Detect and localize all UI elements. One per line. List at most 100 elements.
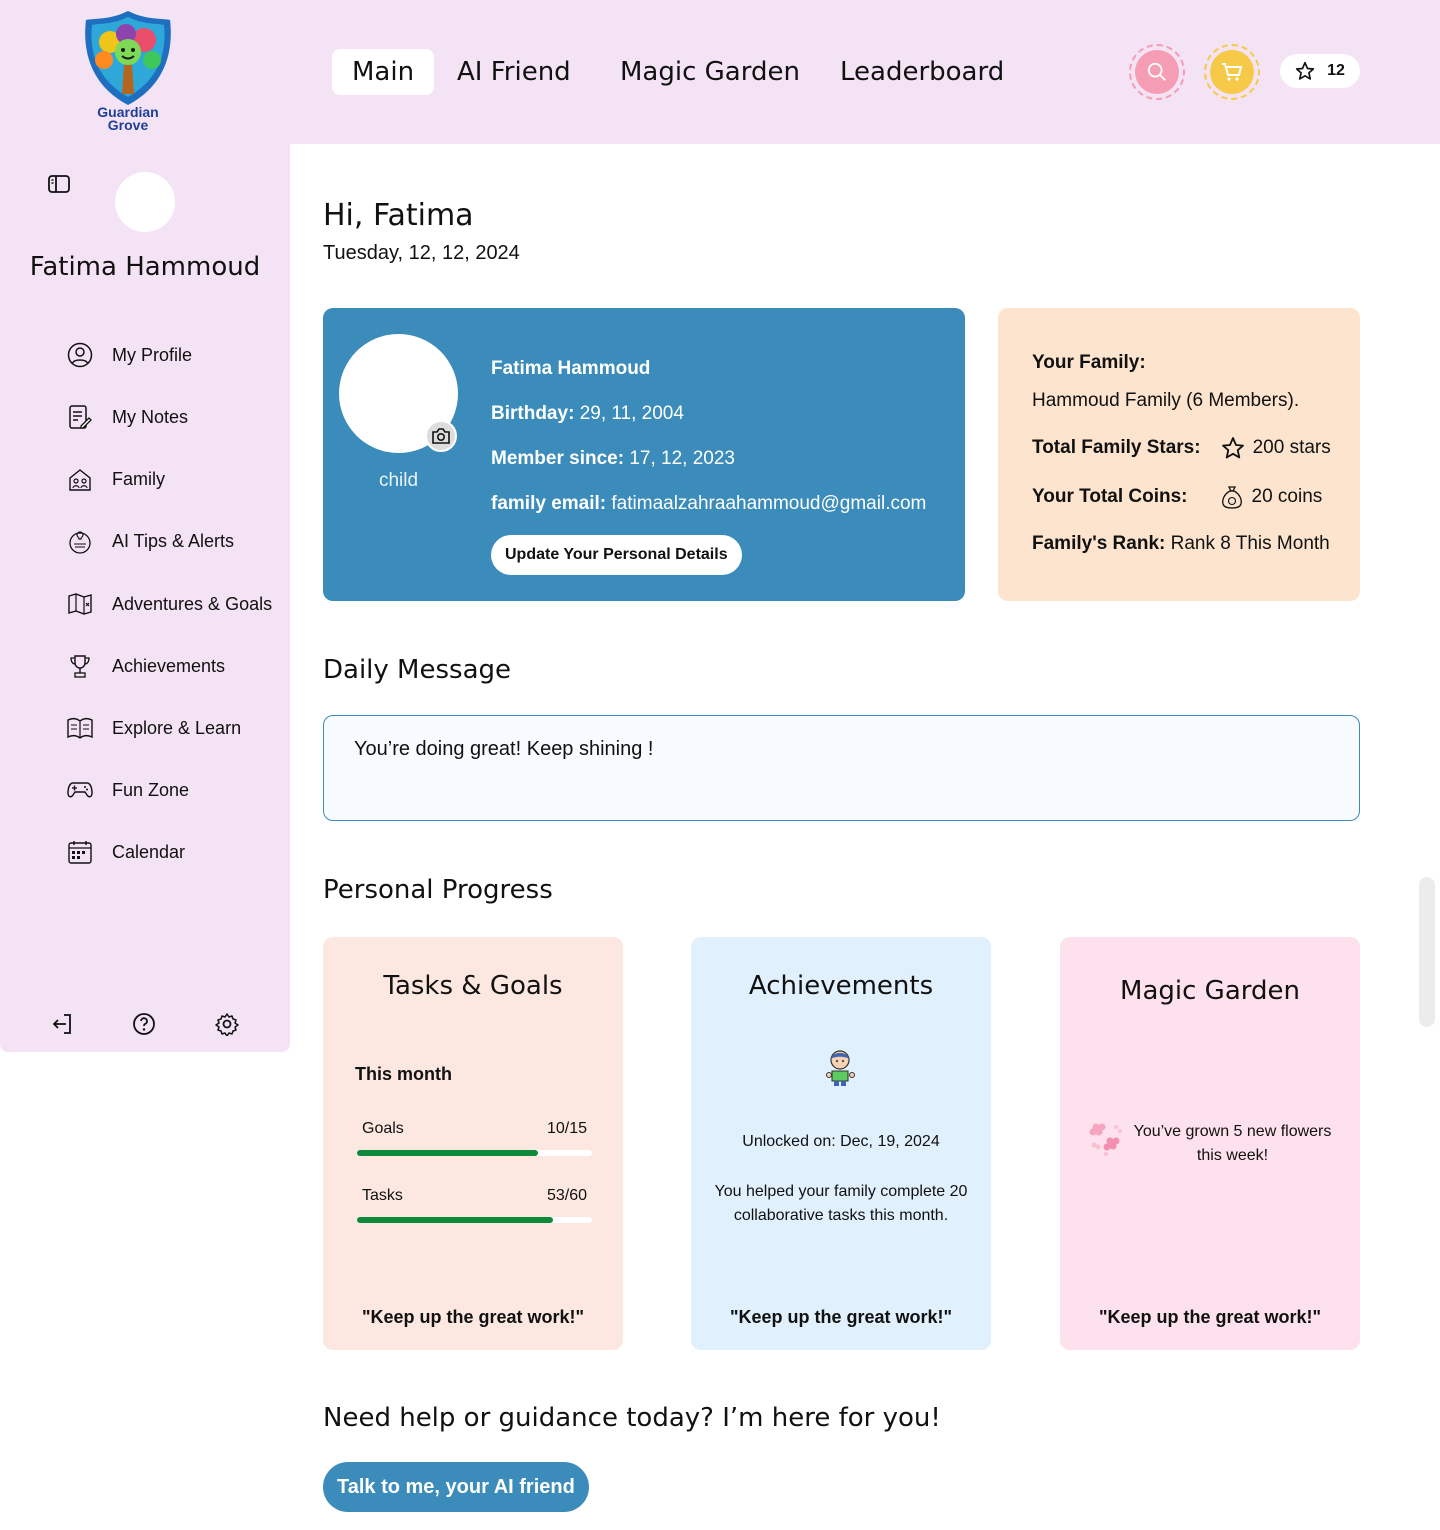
sidebar-item-label: AI Tips & Alerts: [112, 530, 235, 551]
goals-label: Goals: [362, 1120, 404, 1137]
family-stars-label: Total Family Stars:: [1032, 437, 1201, 458]
family-icon: [69, 469, 91, 491]
sidebar-item-fun-zone[interactable]: Fun Zone: [66, 775, 189, 805]
page-scrollbar[interactable]: [1419, 877, 1435, 1027]
daily-message-text: You’re doing great! Keep shining !: [354, 738, 654, 760]
settings-button[interactable]: [215, 1012, 241, 1038]
tasks-progress-track: [357, 1217, 592, 1223]
family-stars: Total Family Stars: 200 stars: [1032, 436, 1331, 460]
trophy-icon: [70, 655, 90, 678]
family-coins-label: Your Total Coins:: [1032, 486, 1188, 507]
family-rank-value: Rank 8 This Month: [1170, 533, 1330, 554]
logo-line-2: Grove: [107, 117, 149, 133]
profile-member-since: Member since: 17, 12, 2023: [491, 448, 735, 470]
camera-icon: [432, 428, 450, 444]
help-icon: [133, 1013, 155, 1035]
profile-role: child: [378, 470, 419, 491]
goals-value: 10/15: [546, 1120, 587, 1137]
birthday-label: Birthday:: [491, 403, 575, 424]
daily-message-box: You’re doing great! Keep shining !: [323, 715, 1360, 821]
tab-leaderboard[interactable]: Leaderboard: [820, 49, 1024, 95]
member-since-label: Member since:: [491, 448, 625, 469]
profile-card: child Fatima Hammoud Birthday: 29, 11, 2…: [323, 308, 965, 601]
sidebar-item-explore-learn[interactable]: Explore & Learn: [66, 713, 241, 743]
sidebar-item-label: Family: [112, 468, 165, 489]
sidebar-avatar[interactable]: [115, 172, 175, 232]
goals-progress-fill: [357, 1150, 539, 1156]
family-coins: Your Total Coins: 20 coins: [1032, 484, 1322, 510]
gamepad-icon: [67, 782, 93, 798]
sidebar-item-label: My Notes: [112, 406, 189, 427]
sidebar-item-label: Adventures & Goals: [112, 593, 273, 614]
flowers-icon: [1089, 1123, 1122, 1156]
map-icon: [68, 593, 92, 615]
sidebar-toggle-icon: [48, 175, 70, 193]
logout-button[interactable]: [50, 1012, 76, 1038]
family-card: Your Family: Hammoud Family (6 Members).…: [998, 308, 1360, 601]
sidebar-item-my-notes[interactable]: My Notes: [66, 402, 188, 432]
family-stars-value: 200 stars: [1252, 437, 1331, 458]
tab-ai-friend[interactable]: AI Friend: [437, 49, 591, 95]
garden-card-title: Magic Garden: [1120, 976, 1300, 1006]
sidebar-item-calendar[interactable]: Calendar: [66, 837, 185, 867]
sidebar-item-label: Fun Zone: [112, 779, 190, 800]
notes-icon: [69, 405, 92, 429]
tasks-value: 53/60: [546, 1187, 587, 1204]
daily-message-title: Daily Message: [323, 655, 512, 685]
email-value: fatimaalzahraahammoud@gmail.com: [611, 493, 927, 514]
gear-icon: [215, 1013, 239, 1037]
help-title: Need help or guidance today? I’m here fo…: [323, 1403, 941, 1433]
family-name: Hammoud Family (6 Members).: [1032, 390, 1300, 411]
sidebar: Fatima Hammoud My Profile My Notes Famil…: [0, 144, 290, 1052]
app-logo[interactable]: Guardian Grove: [78, 8, 178, 138]
magic-garden-card[interactable]: Magic Garden You’ve grown 5 new flowers …: [1060, 937, 1360, 1350]
achievements-card-quote: "Keep up the great work!": [729, 1307, 953, 1327]
family-rank: Family's Rank: Rank 8 This Month: [1032, 533, 1330, 555]
tasks-goals-card[interactable]: Tasks & Goals This month Goals 10/15 Task…: [323, 937, 623, 1350]
cart-button[interactable]: [1204, 44, 1260, 100]
top-bar: Guardian Grove Main AI Friend Magic Gard…: [0, 0, 1440, 144]
tasks-label: Tasks: [362, 1187, 403, 1204]
sidebar-item-label: Calendar: [112, 841, 186, 862]
tasks-progress-fill: [357, 1217, 554, 1223]
money-bag-icon: [1221, 486, 1242, 509]
tasks-card-quote: "Keep up the great work!": [361, 1307, 585, 1327]
logo-text: Guardian Grove: [78, 105, 178, 133]
tips-icon: [69, 531, 91, 554]
sidebar-item-my-profile[interactable]: My Profile: [66, 340, 192, 370]
profile-email: family email: fatimaalzahraahammoud@gmai…: [491, 493, 926, 515]
sidebar-toggle-button[interactable]: [48, 174, 70, 198]
sidebar-item-achievements[interactable]: Achievements: [66, 651, 225, 681]
achievement-unlocked-date: Unlocked on: Dec, 19, 2024: [742, 1133, 940, 1150]
search-button[interactable]: [1129, 44, 1185, 100]
achievements-card[interactable]: Achievements Unlocked on: Dec, 19, 2024 …: [691, 937, 991, 1350]
search-icon: [1147, 62, 1166, 81]
sidebar-item-label: My Profile: [112, 344, 193, 365]
star-icon: [1295, 61, 1315, 80]
talk-to-ai-button[interactable]: Talk to me, your AI friend: [323, 1462, 589, 1512]
profile-birthday: Birthday: 29, 11, 2004: [491, 403, 684, 425]
user-circle-icon: [67, 342, 93, 368]
star-icon: [1221, 437, 1244, 459]
change-photo-button[interactable]: [425, 420, 457, 452]
logo-shield-icon: [85, 11, 171, 105]
tab-magic-garden[interactable]: Magic Garden: [600, 49, 820, 95]
tasks-card-title: Tasks & Goals: [383, 971, 563, 1001]
stars-counter[interactable]: 12: [1280, 54, 1360, 88]
family-heading: Your Family:: [1032, 352, 1146, 373]
sidebar-item-ai-tips[interactable]: AI Tips & Alerts: [66, 526, 234, 556]
sidebar-item-family[interactable]: Family: [66, 464, 165, 494]
update-details-button[interactable]: Update Your Personal Details: [491, 535, 742, 575]
family-coins-value: 20 coins: [1251, 486, 1323, 507]
member-since-value: 17, 12, 2023: [629, 448, 735, 469]
email-label: family email:: [491, 493, 607, 514]
logout-icon: [52, 1014, 71, 1034]
stars-count: 12: [1327, 62, 1345, 79]
tab-main[interactable]: Main: [332, 49, 435, 95]
sidebar-item-label: Achievements: [112, 655, 226, 676]
tasks-period: This month: [355, 1064, 452, 1084]
goals-progress-track: [357, 1150, 592, 1156]
help-button[interactable]: [132, 1012, 158, 1038]
sidebar-item-adventures[interactable]: Adventures & Goals: [66, 589, 272, 619]
achievements-card-title: Achievements: [748, 971, 934, 1001]
